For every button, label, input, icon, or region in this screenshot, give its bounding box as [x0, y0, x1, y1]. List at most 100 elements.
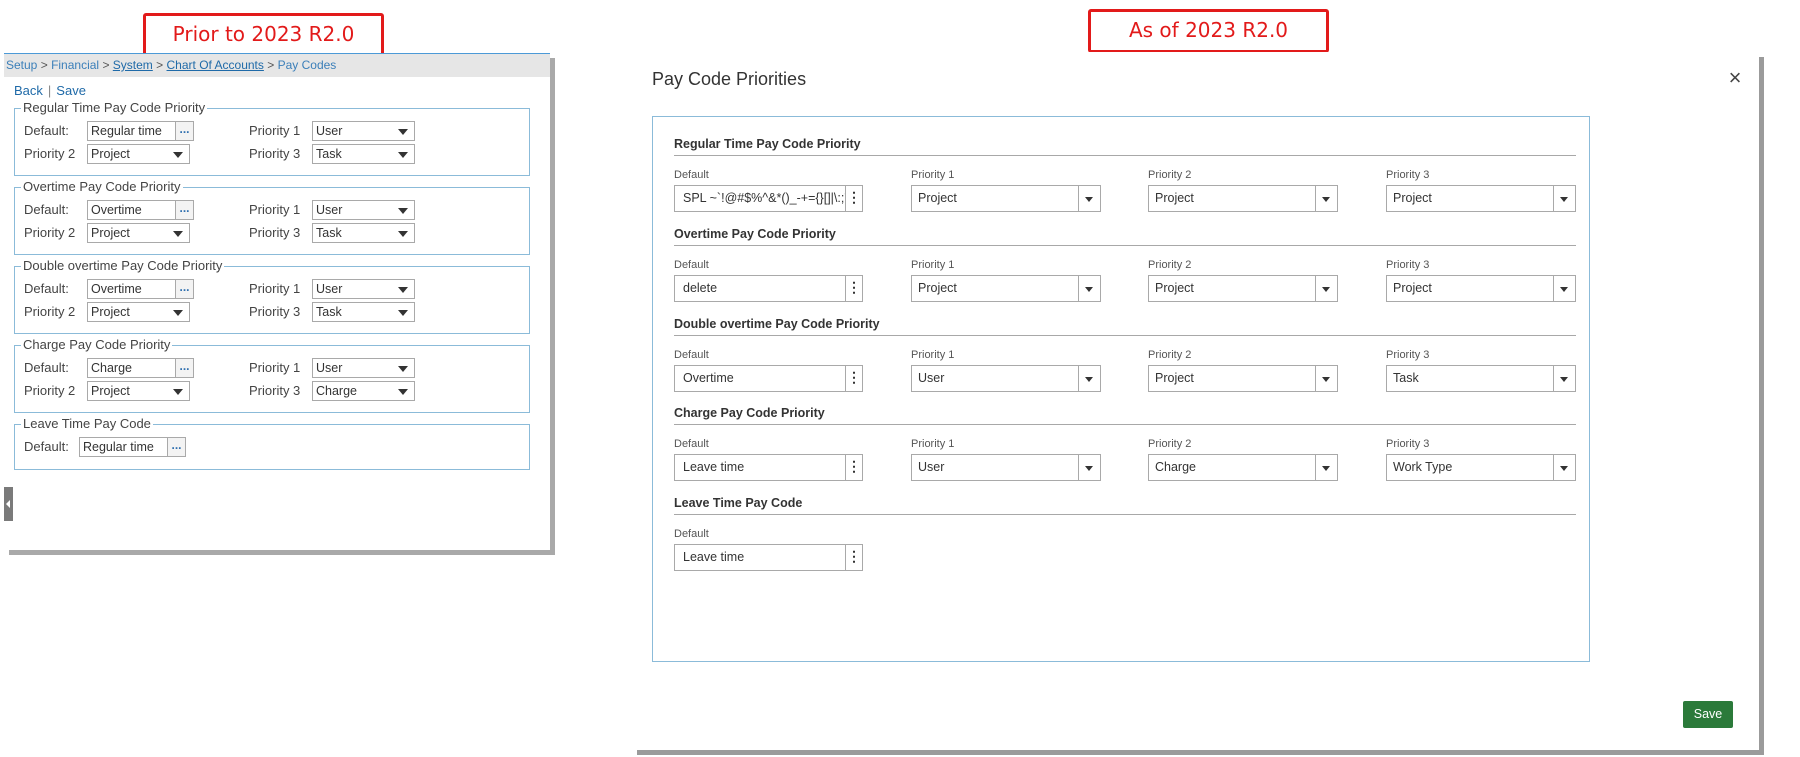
section-title: Double overtime Pay Code Priority — [674, 317, 880, 331]
default-value: Leave time — [683, 550, 745, 564]
priority1-select[interactable]: Project — [911, 275, 1101, 302]
old-section: Regular Time Pay Code Priority Default: Re… — [14, 100, 530, 176]
more-vertical-icon[interactable]: ⋮ — [845, 276, 862, 301]
default-input[interactable]: SPL ~`!@#$%^&*()_-+={}[]|\:;"'?/< ⋮ — [674, 185, 863, 212]
callout-prior-version: Prior to 2023 R2.0 — [143, 13, 384, 57]
browse-button[interactable]: ... — [175, 279, 194, 299]
more-vertical-icon[interactable]: ⋮ — [845, 545, 862, 570]
back-link[interactable]: Back — [14, 83, 43, 98]
priority3-value: Project — [1393, 281, 1432, 295]
priority3-select[interactable]: Task — [1386, 365, 1576, 392]
chevron-down-icon — [1078, 366, 1100, 391]
priority1-label: Priority 1 — [911, 169, 955, 181]
section-legend: Overtime Pay Code Priority — [21, 179, 183, 194]
default-label: Default: — [24, 439, 69, 454]
more-vertical-icon[interactable]: ⋮ — [845, 366, 862, 391]
more-vertical-icon[interactable]: ⋮ — [845, 186, 862, 211]
breadcrumb-pay-codes: Pay Codes — [277, 58, 337, 72]
priority2-select[interactable]: Project — [87, 302, 190, 322]
priority3-label: Priority 3 — [1386, 259, 1430, 271]
default-input[interactable]: Charge — [87, 358, 179, 378]
default-input[interactable]: Overtime — [87, 200, 179, 220]
priority2-value: Project — [1155, 191, 1194, 205]
priority1-select[interactable]: Project — [911, 185, 1101, 212]
default-input[interactable]: Regular time — [79, 437, 171, 457]
priority3-select[interactable]: Task — [312, 302, 415, 322]
priority3-select[interactable]: Project — [1386, 185, 1576, 212]
default-input[interactable]: Overtime — [87, 279, 179, 299]
breadcrumb-financial[interactable]: Financial — [51, 58, 99, 72]
chevron-down-icon — [1553, 186, 1575, 211]
default-input[interactable]: Leave time ⋮ — [674, 454, 863, 481]
section-legend: Leave Time Pay Code — [21, 416, 153, 431]
breadcrumb-system[interactable]: System — [113, 58, 153, 72]
priority1-label: Priority 1 — [911, 259, 955, 271]
priority2-select[interactable]: Project — [1148, 365, 1338, 392]
priority1-label: Priority 1 — [911, 438, 955, 450]
section-title: Leave Time Pay Code — [674, 496, 803, 510]
priority2-select[interactable]: Project — [1148, 275, 1338, 302]
priority1-label: Priority 1 — [249, 281, 301, 296]
priority3-value: Work Type — [1393, 460, 1453, 474]
browse-button[interactable]: ... — [175, 121, 194, 141]
priority1-select[interactable]: User — [312, 279, 415, 299]
breadcrumb-chart-of-accounts[interactable]: Chart Of Accounts — [167, 58, 264, 72]
priority1-select[interactable]: User — [911, 454, 1101, 481]
priority2-select[interactable]: Project — [1148, 185, 1338, 212]
priority1-value: User — [316, 124, 343, 138]
chevron-down-icon — [398, 208, 408, 214]
chevron-down-icon — [1315, 186, 1337, 211]
collapse-side-tab[interactable] — [4, 487, 13, 521]
priority1-select[interactable]: User — [911, 365, 1101, 392]
priority2-label: Priority 2 — [1148, 438, 1192, 450]
priority1-value: User — [918, 460, 945, 474]
default-value: Leave time — [683, 460, 745, 474]
save-link[interactable]: Save — [56, 83, 86, 98]
browse-button[interactable]: ... — [175, 200, 194, 220]
breadcrumb-setup[interactable]: Setup — [6, 58, 37, 72]
priority1-select[interactable]: User — [312, 200, 415, 220]
default-label: Default: — [24, 281, 69, 296]
priority1-select[interactable]: User — [312, 358, 415, 378]
chevron-down-icon — [1553, 455, 1575, 480]
priority3-select[interactable]: Work Type — [1386, 454, 1576, 481]
priority3-select[interactable]: Project — [1386, 275, 1576, 302]
priority1-value: Project — [918, 281, 957, 295]
priority3-value: Task — [316, 305, 342, 319]
priority3-select[interactable]: Charge — [312, 381, 415, 401]
priority3-select[interactable]: Task — [312, 144, 415, 164]
section-divider — [674, 245, 1576, 246]
default-input[interactable]: Overtime ⋮ — [674, 365, 863, 392]
section-divider — [674, 335, 1576, 336]
priority3-select[interactable]: Task — [312, 223, 415, 243]
priority2-select[interactable]: Project — [87, 381, 190, 401]
default-label: Default: — [24, 360, 69, 375]
priority2-select[interactable]: Project — [87, 223, 190, 243]
old-section: Leave Time Pay Code Default: Regular time.… — [14, 416, 530, 470]
more-vertical-icon[interactable]: ⋮ — [845, 455, 862, 480]
section-title: Overtime Pay Code Priority — [674, 227, 836, 241]
priority3-value: Task — [316, 147, 342, 161]
priority1-label: Priority 1 — [249, 123, 301, 138]
chevron-down-icon — [398, 366, 408, 372]
priority2-select[interactable]: Charge — [1148, 454, 1338, 481]
priority1-select[interactable]: User — [312, 121, 415, 141]
chevron-down-icon — [173, 152, 183, 158]
priority2-label: Priority 2 — [24, 146, 76, 161]
priority2-value: Project — [91, 305, 130, 319]
priority3-value: Charge — [316, 384, 357, 398]
close-icon[interactable]: × — [1723, 66, 1747, 90]
priority2-select[interactable]: Project — [87, 144, 190, 164]
default-input[interactable]: Regular time — [87, 121, 179, 141]
save-button[interactable]: Save — [1683, 701, 1733, 728]
browse-button[interactable]: ... — [175, 358, 194, 378]
default-value: Overtime — [683, 371, 734, 385]
default-input[interactable]: Leave time ⋮ — [674, 544, 863, 571]
section-legend: Charge Pay Code Priority — [21, 337, 173, 352]
default-input[interactable]: delete ⋮ — [674, 275, 863, 302]
default-label: Default: — [24, 202, 69, 217]
priority1-value: User — [316, 361, 343, 375]
browse-button[interactable]: ... — [167, 437, 186, 457]
chevron-down-icon — [1553, 366, 1575, 391]
chevron-down-icon — [1078, 276, 1100, 301]
